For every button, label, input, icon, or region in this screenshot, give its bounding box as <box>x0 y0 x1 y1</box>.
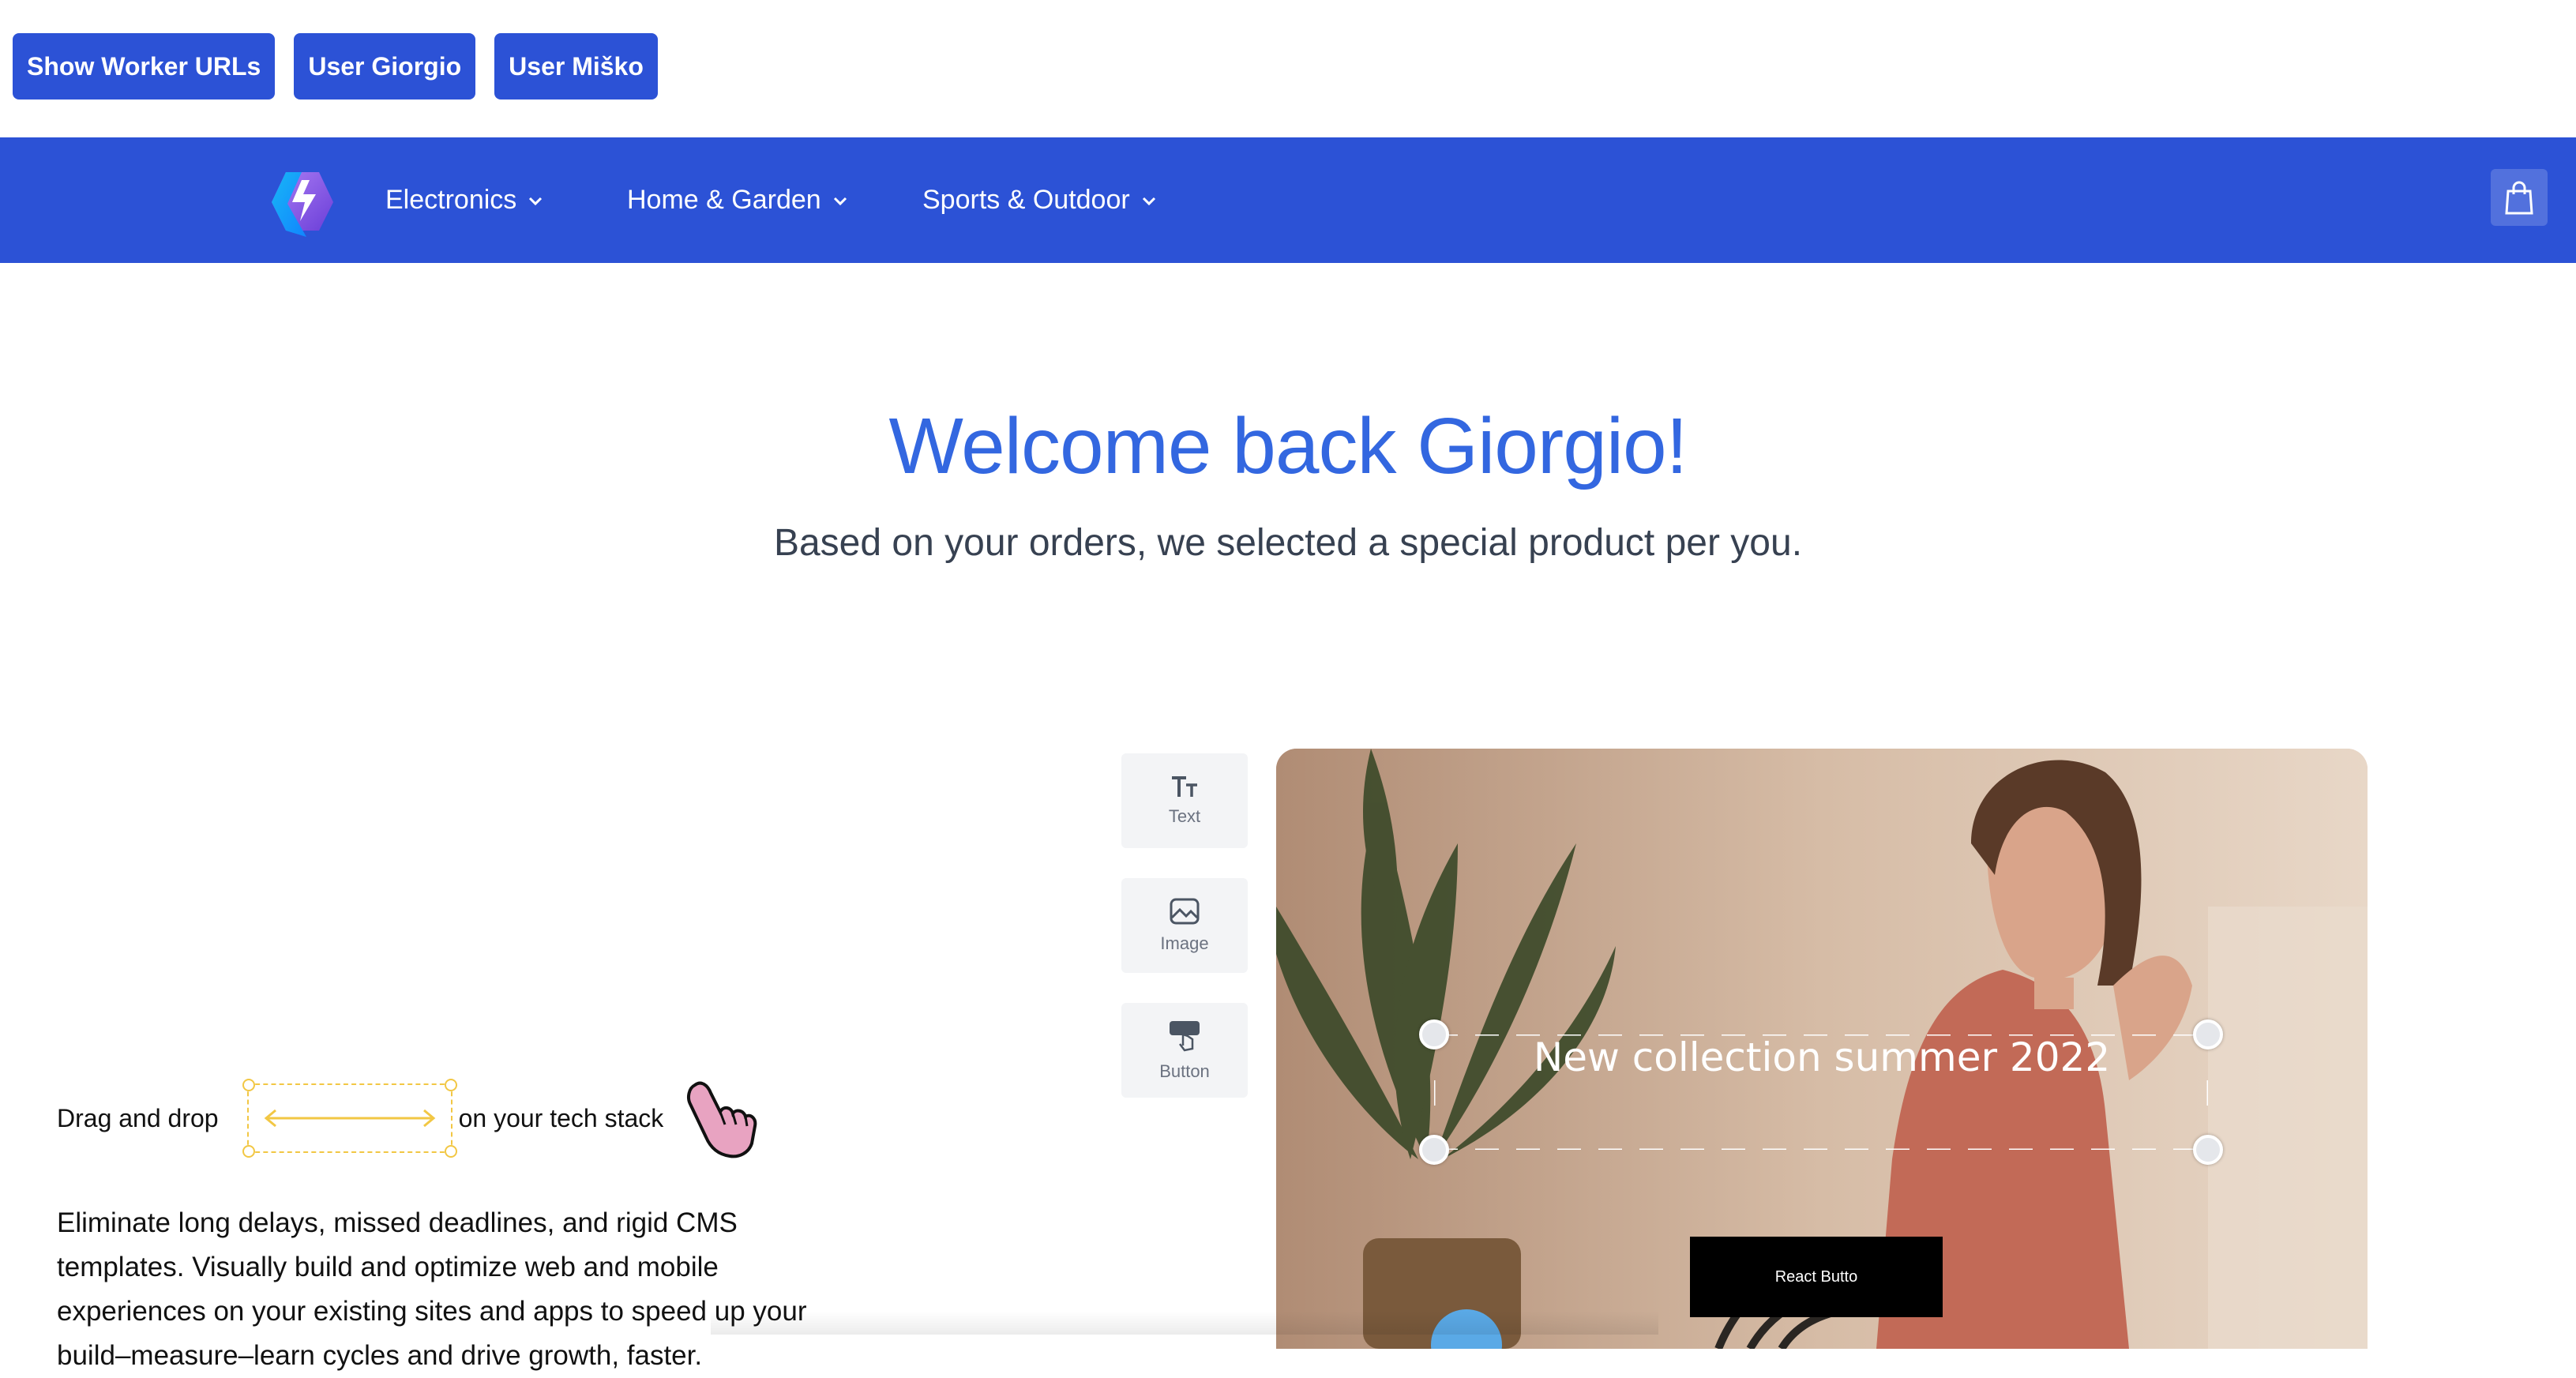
tool-image-label: Image <box>1160 933 1209 953</box>
chevron-down-icon <box>1142 197 1155 205</box>
nav-sports-outdoor[interactable]: Sports & Outdoor <box>922 137 1158 263</box>
main-nav: Electronics Home & Garden Sports & Outdo… <box>0 137 2576 263</box>
drag-placeholder <box>242 1079 457 1158</box>
user-misko-button[interactable]: User Miško <box>494 33 658 100</box>
nav-home-garden-label: Home & Garden <box>627 185 821 215</box>
shopping-bag-icon <box>2505 181 2533 215</box>
preview-card: New collection summer 2022 React Butto <box>1276 749 2368 1349</box>
pointer-hand-icon <box>687 1081 757 1158</box>
tool-image[interactable]: Image <box>1121 878 1248 973</box>
chevron-down-icon <box>529 197 543 205</box>
image-icon <box>1170 898 1200 925</box>
resize-handle-top-right[interactable] <box>2193 1019 2223 1049</box>
button-click-icon <box>1170 1021 1200 1052</box>
brand-logo[interactable] <box>270 169 335 237</box>
page-subtitle: Based on your orders, we selected a spec… <box>773 522 1803 564</box>
tool-text[interactable]: Text <box>1121 753 1248 848</box>
show-worker-urls-button[interactable]: Show Worker URLs <box>13 33 276 100</box>
tool-button[interactable]: Button <box>1121 1003 1248 1098</box>
drag-description: Eliminate long delays, missed deadlines,… <box>57 1207 807 1371</box>
resize-handle-bottom-left[interactable] <box>1419 1135 1449 1165</box>
tool-button-label: Button <box>1159 1061 1210 1081</box>
nav-home-garden[interactable]: Home & Garden <box>627 137 850 263</box>
nav-sports-outdoor-label: Sports & Outdoor <box>922 185 1130 215</box>
react-button[interactable]: React Butto <box>1690 1237 1943 1317</box>
cart-button[interactable] <box>2491 169 2548 226</box>
tool-text-label: Text <box>1168 806 1201 826</box>
user-giorgio-button[interactable]: User Giorgio <box>294 33 476 100</box>
demo-toolbar: Show Worker URLs User Giorgio User Miško <box>13 33 658 100</box>
drag-drop-headline: Drag and drop on your tech stack <box>57 1079 760 1158</box>
chevron-down-icon <box>833 197 847 205</box>
nav-electronics-label: Electronics <box>385 185 517 215</box>
bottom-shadow <box>711 1311 1658 1335</box>
text-icon <box>1172 776 1197 797</box>
arrow-left-right-icon <box>264 1109 435 1128</box>
drag-suffix: on your tech stack <box>458 1103 664 1132</box>
nav-electronics[interactable]: Electronics <box>385 137 545 263</box>
resize-handle-bottom-right[interactable] <box>2193 1135 2223 1165</box>
drag-prefix: Drag and drop <box>57 1103 219 1132</box>
selection-frame <box>1419 1019 2223 1165</box>
page-title: Welcome back Giorgio! <box>888 402 1688 490</box>
resize-handle-top-left[interactable] <box>1419 1019 1449 1049</box>
